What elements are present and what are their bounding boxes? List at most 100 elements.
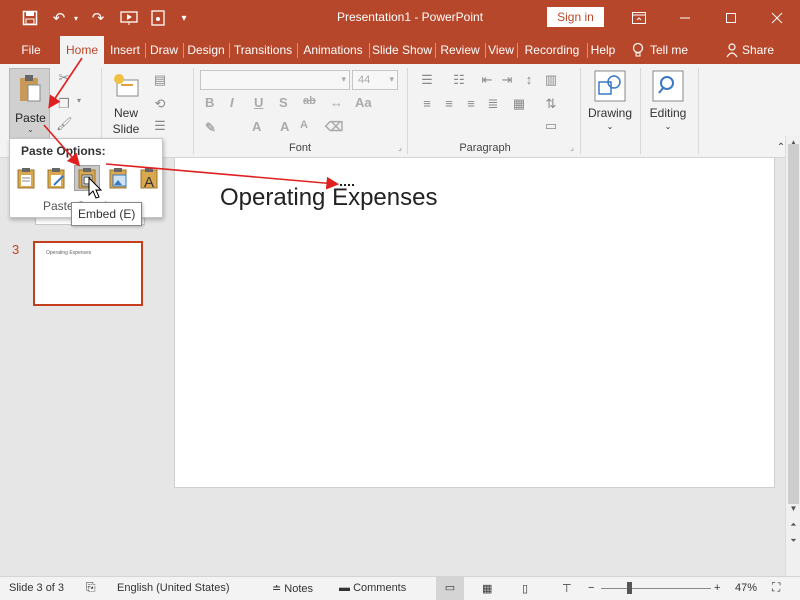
- paste-embed[interactable]: [74, 165, 100, 191]
- sign-in-button[interactable]: Sign in: [547, 7, 604, 27]
- layout-icon[interactable]: ▤: [152, 72, 168, 88]
- paste-label: Paste: [15, 111, 46, 125]
- paste-button[interactable]: Paste ⌄: [9, 68, 50, 140]
- previous-slide-icon[interactable]: ⏶: [786, 518, 800, 532]
- tab-slide-show[interactable]: Slide Show: [370, 36, 434, 64]
- drawing-button[interactable]: Drawing ⌄: [586, 68, 634, 140]
- strikethrough-button[interactable]: ab: [303, 95, 316, 107]
- paste-use-destination-theme[interactable]: [13, 165, 39, 191]
- paste-dropdown-icon[interactable]: ⌄: [10, 125, 51, 134]
- slide-title[interactable]: Operating Expenses: [220, 184, 437, 212]
- minimize-icon[interactable]: [662, 0, 708, 36]
- next-slide-icon[interactable]: ⏷: [786, 534, 800, 548]
- tab-design[interactable]: Design: [184, 36, 228, 64]
- align-text-icon[interactable]: ▭: [542, 118, 560, 134]
- numbering-icon[interactable]: ☷: [450, 72, 468, 88]
- undo-dropdown-icon[interactable]: ▾: [70, 0, 82, 36]
- slide-thumbnail-3[interactable]: Operating Expenses: [33, 241, 143, 306]
- customize-qat-icon[interactable]: ▾: [176, 0, 192, 36]
- tab-help[interactable]: Help: [588, 36, 618, 64]
- accessibility-icon[interactable]: ⎘: [86, 580, 96, 595]
- reading-view-icon[interactable]: ▯: [522, 582, 528, 595]
- decrease-indent-icon[interactable]: ⇤: [478, 72, 496, 88]
- copy-icon[interactable]: ❐: [56, 96, 72, 112]
- align-left-icon[interactable]: ≡: [418, 96, 436, 111]
- language-status[interactable]: English (United States): [117, 582, 230, 594]
- font-size-value: 44: [358, 74, 371, 86]
- close-icon[interactable]: [754, 0, 800, 36]
- tab-view[interactable]: View: [486, 36, 516, 64]
- highlight-icon[interactable]: ✎: [205, 120, 216, 136]
- copy-dropdown-icon[interactable]: ▾: [74, 96, 84, 105]
- underline-button[interactable]: U: [254, 95, 263, 110]
- tab-home[interactable]: Home: [60, 36, 104, 65]
- redo-icon[interactable]: ↷: [86, 0, 110, 36]
- align-right-icon[interactable]: ≡: [462, 96, 480, 111]
- tab-transitions[interactable]: Transitions: [230, 36, 296, 64]
- bold-button[interactable]: B: [205, 95, 214, 110]
- scroll-down-icon[interactable]: ▼: [786, 502, 800, 516]
- slide-canvas[interactable]: Operating Expenses: [174, 158, 775, 488]
- text-shadow-button[interactable]: S: [279, 95, 288, 110]
- thumbnail-title: Operating Expenses: [46, 250, 92, 256]
- new-slide-button[interactable]: New Slide: [106, 68, 146, 140]
- change-case-button[interactable]: Aa: [355, 95, 372, 110]
- tab-animations[interactable]: Animations: [298, 36, 368, 64]
- fit-slide-icon[interactable]: ⛶: [772, 580, 780, 595]
- ribbon-display-options-icon[interactable]: [616, 0, 662, 36]
- comments-button[interactable]: ▬ Comments: [339, 582, 406, 594]
- bullets-icon[interactable]: ☰: [418, 72, 436, 88]
- font-name-combobox[interactable]: ▾: [200, 70, 350, 90]
- zoom-slider[interactable]: [601, 588, 711, 589]
- editing-button[interactable]: Editing ⌄: [644, 68, 692, 140]
- slide-count-status[interactable]: Slide 3 of 3: [9, 582, 64, 594]
- tab-insert[interactable]: Insert: [106, 36, 144, 64]
- font-dialog-launcher-icon[interactable]: ⌟: [395, 143, 405, 152]
- undo-icon[interactable]: ↶: [48, 0, 70, 36]
- format-painter-icon[interactable]: 🖌: [56, 116, 73, 132]
- reset-slide-icon[interactable]: ⟲: [152, 96, 168, 112]
- paste-keep-text-only[interactable]: A: [136, 165, 162, 191]
- columns-icon[interactable]: ▥: [542, 72, 560, 88]
- slide-show-icon[interactable]: ⊤: [562, 582, 572, 595]
- notes-button[interactable]: ≐ Notes: [272, 582, 313, 595]
- save-icon[interactable]: [14, 0, 46, 36]
- paste-keep-source-formatting[interactable]: [43, 165, 69, 191]
- scrollbar-thumb[interactable]: [788, 144, 799, 504]
- normal-view-icon[interactable]: ▭: [436, 577, 464, 600]
- line-spacing-icon[interactable]: ↕: [520, 72, 538, 87]
- font-size-combobox[interactable]: 44 ▾: [352, 70, 398, 90]
- share-button[interactable]: Share: [722, 36, 782, 64]
- italic-button[interactable]: I: [230, 95, 234, 110]
- decrease-font-icon[interactable]: A: [300, 119, 308, 131]
- restore-icon[interactable]: [708, 0, 754, 36]
- align-center-icon[interactable]: ≡: [440, 96, 458, 111]
- increase-font-button[interactable]: A: [280, 119, 289, 134]
- comments-label: Comments: [353, 582, 407, 594]
- vertical-scrollbar[interactable]: ▲ ▼ ⏶ ⏷: [785, 136, 800, 576]
- tab-file[interactable]: File: [12, 36, 50, 64]
- zoom-slider-thumb[interactable]: [627, 582, 632, 594]
- tell-me-search[interactable]: Tell me: [628, 36, 700, 64]
- notes-label: Notes: [284, 583, 314, 595]
- touch-mode-icon[interactable]: [146, 0, 170, 36]
- increase-indent-icon[interactable]: ⇥: [498, 72, 516, 88]
- tab-review[interactable]: Review: [436, 36, 484, 64]
- justify-icon[interactable]: ≣: [484, 96, 502, 112]
- paragraph-dialog-launcher-icon[interactable]: ⌟: [567, 143, 577, 152]
- tab-draw[interactable]: Draw: [146, 36, 182, 64]
- section-icon[interactable]: ☰: [152, 118, 168, 134]
- zoom-out-icon[interactable]: −: [588, 582, 594, 594]
- tab-recording[interactable]: Recording: [518, 36, 586, 64]
- cut-icon[interactable]: ✂: [56, 70, 72, 86]
- paste-picture[interactable]: [105, 165, 131, 191]
- zoom-in-icon[interactable]: +: [714, 582, 720, 594]
- smartart-icon[interactable]: ▦: [510, 96, 528, 112]
- present-from-start-icon[interactable]: [115, 0, 143, 36]
- font-color-button[interactable]: A: [252, 119, 261, 134]
- character-spacing-icon[interactable]: ↔: [330, 95, 343, 110]
- text-direction-icon[interactable]: ⇅: [542, 96, 560, 112]
- slide-sorter-icon[interactable]: ▦: [482, 582, 492, 595]
- clear-formatting-icon[interactable]: ⌫: [325, 119, 343, 135]
- zoom-level[interactable]: 47%: [735, 582, 757, 594]
